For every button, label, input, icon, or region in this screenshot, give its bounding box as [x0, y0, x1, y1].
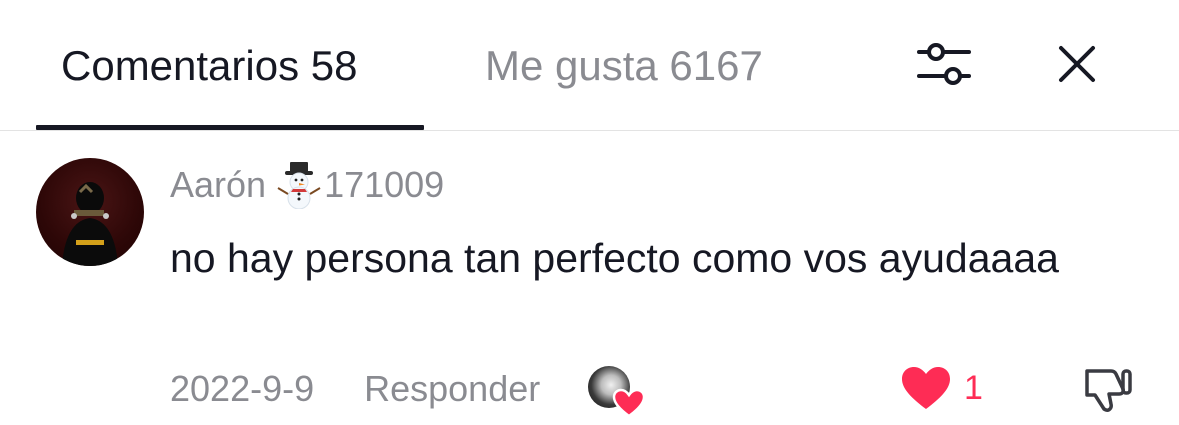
username[interactable]: Aarón	[170, 164, 266, 206]
comment-item: Aarón 171009 no hay persona tan perfecto…	[0, 131, 1179, 425]
active-tab-indicator	[36, 125, 424, 130]
heart-icon	[612, 388, 646, 418]
username-row: Aarón 171009	[170, 161, 444, 209]
comment-text: no hay persona tan perfecto como vos ayu…	[170, 235, 1059, 281]
close-button[interactable]	[1045, 32, 1109, 96]
sliders-icon	[917, 43, 971, 85]
snowman-icon	[277, 162, 321, 209]
thumbs-down-icon	[1085, 369, 1132, 412]
avatar[interactable]	[36, 158, 144, 266]
comment-meta: 2022-9-9 Responder	[170, 364, 646, 418]
heart-filled-icon	[902, 367, 950, 409]
tab-comments[interactable]: Comentarios 58	[61, 40, 357, 92]
username-suffix: 171009	[324, 164, 445, 205]
tabs-bar: Comentarios 58 Me gusta 6167	[0, 0, 1179, 131]
reply-button[interactable]: Responder	[364, 368, 540, 410]
close-icon	[1059, 46, 1095, 82]
tab-likes[interactable]: Me gusta 6167	[485, 40, 763, 92]
like-count: 1	[964, 368, 983, 407]
filter-button[interactable]	[912, 32, 976, 96]
comments-sheet: Comentarios 58 Me gusta 6167 Aarón 17100…	[0, 0, 1179, 425]
creator-liked-badge	[588, 366, 646, 418]
like-button[interactable]: 1	[900, 363, 983, 413]
dislike-button[interactable]	[1080, 362, 1134, 416]
avatar-image	[62, 182, 118, 266]
comment-date: 2022-9-9	[170, 368, 315, 409]
